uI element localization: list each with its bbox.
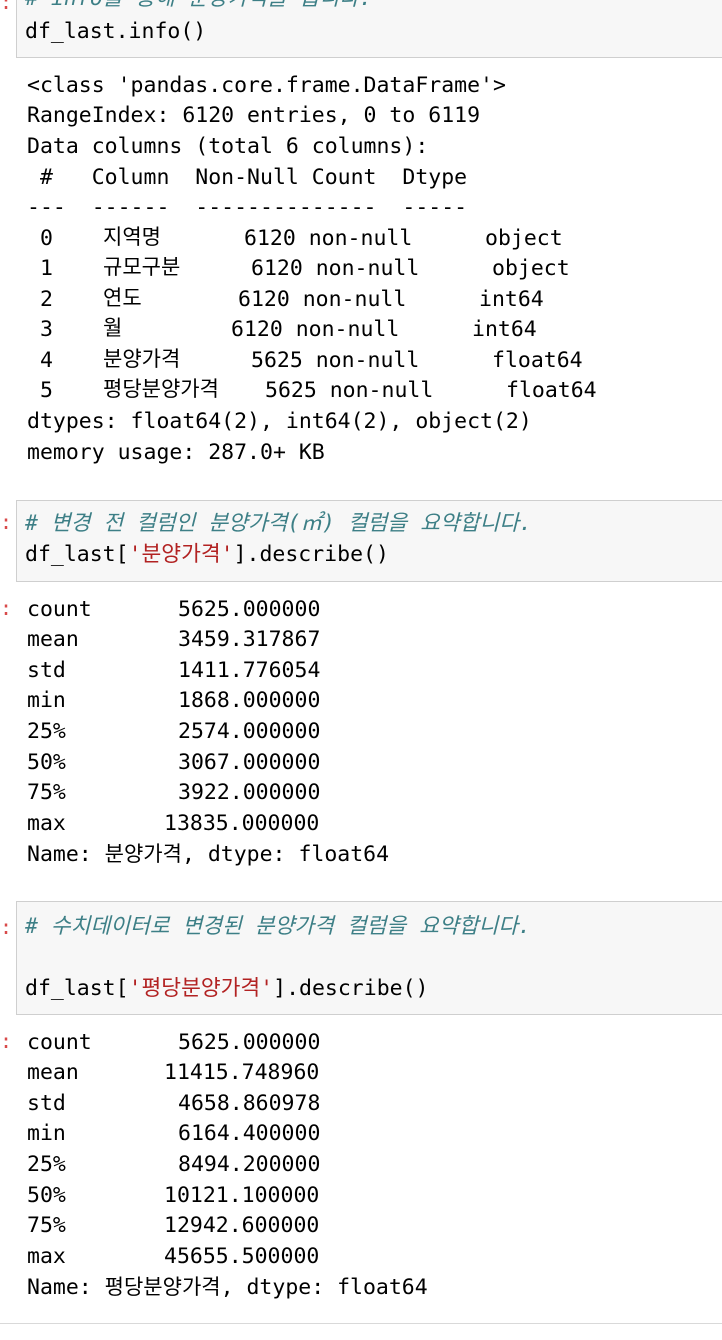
- code-string-literal: '평당분양가격': [128, 976, 274, 1001]
- stat-value: 5625.000000: [178, 597, 321, 622]
- output-line: <class 'pandas.core.frame.DataFrame'>: [27, 73, 506, 98]
- series-name-line: Name: 평당분양가격, dtype: float64: [27, 1273, 428, 1302]
- stat-value: 3922.000000: [178, 780, 321, 805]
- column-dtype: float64: [492, 348, 583, 373]
- cell-prompt-marker: :: [0, 0, 13, 14]
- column-name: 분양가격: [103, 347, 181, 371]
- stat-label: min: [27, 688, 66, 713]
- code-text: df_last[: [25, 976, 129, 1001]
- stat-label: count: [27, 597, 92, 622]
- stat-value: 3067.000000: [178, 750, 321, 775]
- output-line: # Column Non-Null Count Dtype: [27, 165, 468, 190]
- column-dtype: object: [485, 226, 563, 251]
- stat-label: mean: [27, 627, 79, 652]
- series-name-prefix: Name:: [27, 842, 105, 867]
- code-statement: df_last['분양가격'].describe(): [25, 541, 389, 569]
- stat-label: 75%: [27, 780, 66, 805]
- column-name: 연도: [103, 286, 142, 310]
- stat-label: mean: [27, 1060, 79, 1085]
- code-comment: # info를 통해 분양가격을 봅니다.: [25, 0, 372, 13]
- stat-label: 50%: [27, 750, 66, 775]
- code-comment: # 변경 전 컬럼인 분양가격(㎡) 컬럼을 요약합니다.: [25, 511, 532, 536]
- stat-value: 5625.000000: [178, 1030, 321, 1055]
- stat-value: 1868.000000: [178, 688, 321, 713]
- row-index: 5: [40, 378, 53, 403]
- dtypes-summary: dtypes: float64(2), int64(2), object(2): [27, 409, 532, 434]
- series-name-line: Name: 분양가격, dtype: float64: [27, 840, 389, 869]
- stat-value: 6164.400000: [178, 1121, 321, 1146]
- stat-value: 12942.600000: [164, 1213, 320, 1238]
- code-statement: df_last['평당분양가격'].describe(): [25, 975, 428, 1003]
- non-null-count: 5625 non-null: [265, 378, 434, 403]
- column-dtype: object: [492, 256, 570, 281]
- stat-value: 8494.200000: [178, 1152, 321, 1177]
- memory-usage: memory usage: 287.0+ KB: [27, 440, 325, 465]
- cell-prompt-marker: :: [0, 915, 13, 939]
- output-line: Data columns (total 6 columns):: [27, 134, 429, 159]
- code-text: ].describe(): [233, 542, 389, 567]
- row-index: 0: [40, 226, 53, 251]
- column-name: 평당분양가격: [103, 377, 219, 401]
- code-text: ].describe(): [273, 976, 429, 1001]
- series-dtype: , dtype: float64: [220, 1275, 428, 1300]
- stat-label: 25%: [27, 719, 66, 744]
- output-prompt-marker: :: [0, 1029, 13, 1053]
- cell-prompt-marker: :: [0, 510, 13, 534]
- column-name: 규모구분: [103, 255, 181, 279]
- stat-label: 25%: [27, 1152, 66, 1177]
- non-null-count: 6120 non-null: [251, 256, 420, 281]
- stat-label: std: [27, 658, 66, 683]
- stat-label: min: [27, 1121, 66, 1146]
- series-name: 평당분양가격: [104, 1275, 221, 1299]
- stat-label: max: [27, 1244, 66, 1269]
- stat-value: 11415.748960: [164, 1060, 320, 1085]
- code-string-literal: '분양가격': [128, 542, 234, 567]
- row-index: 4: [40, 348, 53, 373]
- series-dtype: , dtype: float64: [181, 842, 390, 867]
- column-name: 지역명: [103, 225, 161, 249]
- output-prompt-marker: :: [0, 596, 13, 620]
- non-null-count: 6120 non-null: [238, 287, 407, 312]
- non-null-count: 6120 non-null: [231, 317, 400, 342]
- stat-label: 50%: [27, 1183, 66, 1208]
- stat-label: std: [27, 1091, 66, 1116]
- output-line: --- ------ -------------- -----: [27, 195, 468, 220]
- column-name: 월: [103, 316, 123, 340]
- stat-value: 10121.100000: [164, 1183, 320, 1208]
- non-null-count: 5625 non-null: [251, 348, 420, 373]
- code-comment: # 수치데이터로 변경된 분양가격 컬럼을 요약합니다.: [25, 914, 531, 939]
- stat-value: 4658.860978: [178, 1091, 321, 1116]
- notebook-bottom-divider: [0, 1323, 722, 1324]
- stat-value: 1411.776054: [178, 658, 321, 683]
- column-dtype: float64: [506, 378, 597, 403]
- stat-value: 2574.000000: [178, 719, 321, 744]
- column-dtype: int64: [479, 287, 544, 312]
- stat-label: max: [27, 811, 66, 836]
- column-dtype: int64: [472, 317, 537, 342]
- row-index: 3: [40, 317, 53, 342]
- stat-label: 75%: [27, 1213, 66, 1238]
- row-index: 1: [40, 256, 53, 281]
- non-null-count: 6120 non-null: [244, 226, 413, 251]
- code-text: df_last[: [25, 542, 129, 567]
- stat-value: 45655.500000: [164, 1244, 320, 1269]
- output-line: RangeIndex: 6120 entries, 0 to 6119: [27, 103, 481, 128]
- stat-label: count: [27, 1030, 92, 1055]
- code-statement: df_last.info(): [25, 19, 207, 44]
- stat-value: 13835.000000: [164, 811, 320, 836]
- series-name-prefix: Name:: [27, 1275, 105, 1300]
- series-name: 분양가격: [104, 842, 182, 866]
- stat-value: 3459.317867: [178, 627, 321, 652]
- row-index: 2: [40, 287, 53, 312]
